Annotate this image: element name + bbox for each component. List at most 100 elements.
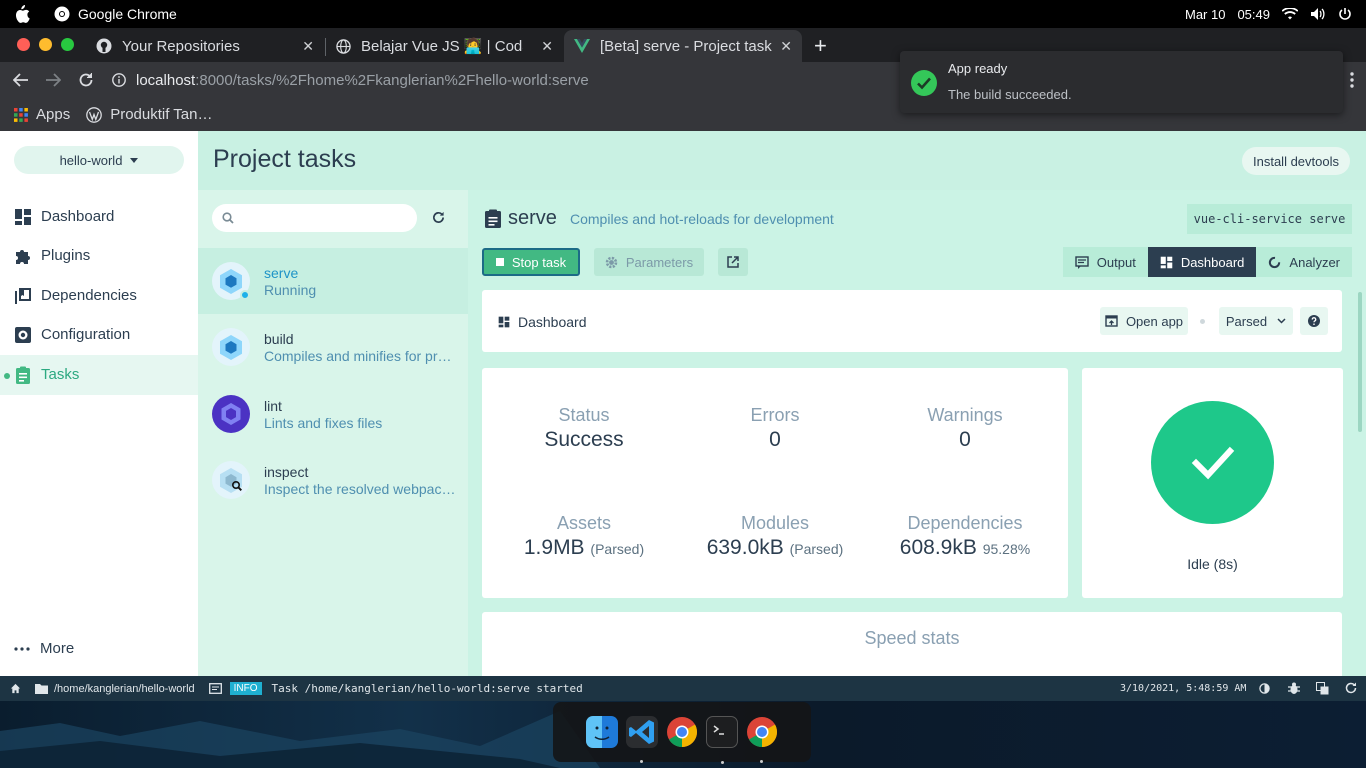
home-icon[interactable] [10,683,21,694]
clipboard-icon [14,366,32,384]
sidebar-item-label: Dependencies [41,287,137,304]
close-tab-icon[interactable]: ✕ [541,38,553,55]
menu-time[interactable]: 05:49 [1237,7,1270,22]
tab-label: Analyzer [1289,254,1340,270]
sidebar-item-dependencies[interactable]: Dependencies [0,276,198,316]
tab-title: [Beta] serve - Project tasks [600,37,772,55]
folder-icon[interactable] [35,683,48,694]
dashboard-icon [14,208,32,226]
library-icon [14,287,32,305]
chrome-menu-icon[interactable] [1350,72,1354,88]
project-path[interactable]: /home/kanglerian/hello-world [54,683,195,695]
webpack-icon [212,328,250,366]
app-ready-notification[interactable]: App ready The build succeeded. [900,51,1343,113]
stat-value: Success [544,428,624,451]
task-name: lint [264,398,282,414]
idle-status: Idle (8s) [1187,556,1238,572]
help-button[interactable] [1300,307,1328,335]
stat-value-row: 1.9MB (Parsed) [489,536,679,560]
bug-icon[interactable] [1288,682,1300,695]
forward-arrow-icon[interactable] [45,72,61,88]
close-tab-icon[interactable]: ✕ [302,38,314,55]
finder-icon[interactable] [586,716,618,748]
stat-dependencies: Dependencies 608.9kB 95.28% [870,513,1060,560]
stat-warnings: Warnings 0 [870,405,1060,452]
project-selector[interactable]: hello-world [14,146,184,174]
open-external-button[interactable] [718,248,748,276]
vue-ui-app: hello-world Dashboard Plugins Dependenci… [0,131,1366,676]
stat-errors: Errors 0 [680,405,870,452]
running-indicator [240,290,250,300]
apple-icon[interactable] [14,5,32,23]
url-host: localhost [136,71,196,89]
task-search-input[interactable] [212,204,417,232]
back-arrow-icon[interactable] [13,72,29,88]
status-bar: /home/kanglerian/hello-world INFO Task /… [0,676,1366,701]
refresh-icon[interactable] [1345,682,1357,694]
refresh-icon[interactable] [432,211,445,224]
sidebar-item-tasks[interactable]: Tasks [0,355,198,395]
new-tab-button[interactable]: + [814,33,827,59]
power-icon[interactable] [1338,7,1352,21]
install-devtools-button[interactable]: Install devtools [1242,147,1350,175]
close-tab-icon[interactable]: ✕ [780,38,792,55]
sidebar-item-label: Tasks [41,366,80,383]
task-item-build[interactable]: build Compiles and minifies for producti… [198,314,468,380]
task-item-lint[interactable]: lint Lints and fixes files [198,381,468,447]
vscode-icon[interactable] [626,716,658,763]
caret-down-icon [130,157,139,163]
task-item-serve[interactable]: serve Running [198,248,468,314]
bookmark-apps[interactable]: Apps [14,106,70,123]
vue-logo-icon [574,39,590,53]
more-label: More [40,640,75,657]
window-minimize-button[interactable] [39,38,52,51]
sidebar-item-configuration[interactable]: Configuration [0,315,198,355]
check-circle-icon [910,69,938,97]
volume-icon[interactable] [1310,7,1326,21]
help-icon [1308,315,1320,327]
notification-title: App ready [948,61,1008,76]
open-app-button[interactable]: Open app [1100,307,1188,335]
window-close-button[interactable] [17,38,30,51]
size-mode-select[interactable]: Parsed [1219,307,1293,335]
reload-icon[interactable] [78,72,94,88]
puzzle-icon [14,247,32,265]
dashboard-toolbar-card: Dashboard Open app Parsed [482,290,1342,352]
tab-output[interactable]: Output [1062,247,1148,277]
task-item-inspect[interactable]: inspect Inspect the resolved webpack con… [198,447,468,513]
sidebar-item-plugins[interactable]: Plugins [0,236,198,276]
notification-message: The build succeeded. [948,87,1072,102]
browser-tab-serve[interactable]: [Beta] serve - Project tasks ✕ [564,30,802,62]
stop-task-button[interactable]: Stop task [482,248,580,276]
wifi-icon[interactable] [1282,8,1298,20]
browser-tab-codale[interactable]: Belajar Vue JS 🧑‍💻 | Codale ✕ [326,30,563,62]
log-timestamp: 3/10/2021, 5:48:59 AM [1120,683,1247,694]
scrollbar[interactable] [1358,292,1362,432]
window-maximize-button[interactable] [61,38,74,51]
sidebar-item-label: Configuration [41,326,131,343]
chrome-icon[interactable] [666,716,698,748]
tab-dashboard[interactable]: Dashboard [1147,247,1257,277]
donut-chart-icon [1268,256,1281,269]
parameters-button[interactable]: Parameters [594,248,704,276]
eslint-icon [212,395,250,433]
bookmark-produktif[interactable]: Produktif Tan… [86,106,212,123]
sidebar-item-dashboard[interactable]: Dashboard [0,197,198,237]
gear-icon [605,256,618,269]
tab-analyzer[interactable]: Analyzer [1256,247,1352,277]
dashboard-icon [498,316,510,328]
sidebar-more-button[interactable]: More [14,640,74,657]
selected-mode: Parsed [1225,313,1268,329]
translate-icon[interactable] [1316,682,1329,695]
terminal-icon[interactable] [706,716,738,764]
browser-tab-github[interactable]: Your Repositories ✕ [86,30,324,62]
task-description: Lints and fixes files [264,415,383,431]
dark-mode-icon[interactable] [1259,683,1270,694]
open-in-browser-icon [1105,315,1118,327]
chrome-icon[interactable] [746,716,778,763]
active-app-name[interactable]: Google Chrome [78,6,177,22]
site-info-icon[interactable] [112,73,126,87]
console-icon[interactable] [208,683,222,694]
search-icon [222,212,234,224]
task-description: Inspect the resolved webpack config [264,481,458,497]
